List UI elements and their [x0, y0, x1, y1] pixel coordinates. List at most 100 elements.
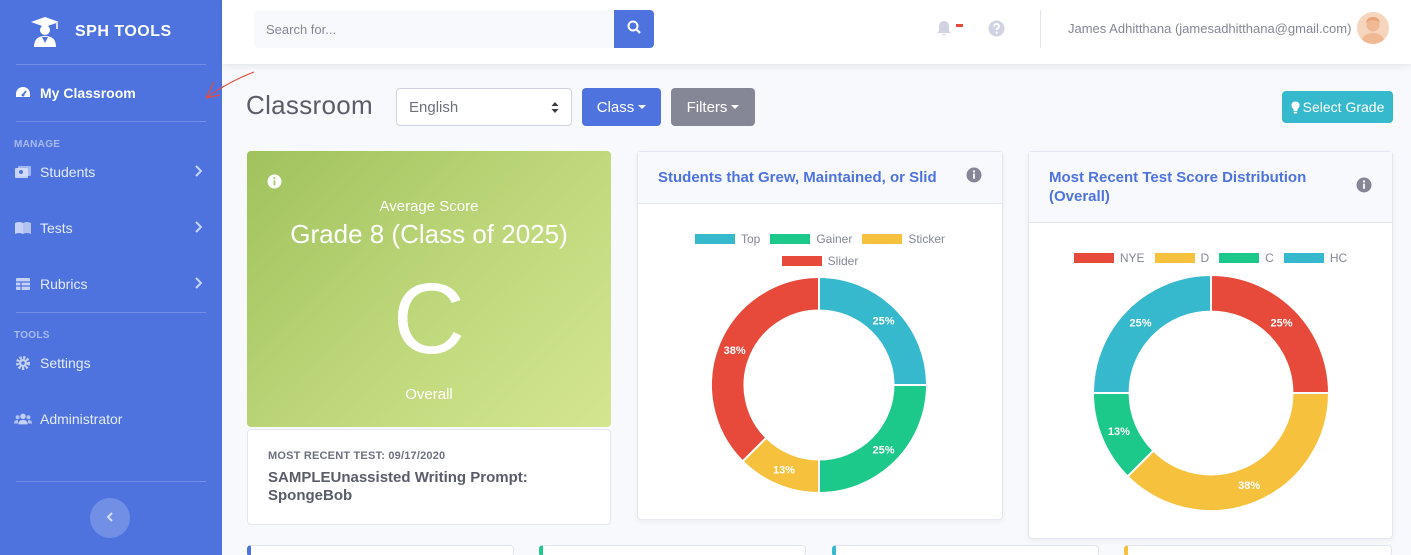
- legend-item[interactable]: Sticker: [862, 228, 945, 250]
- grade-label: Grade 8 (Class of 2025): [290, 219, 568, 249]
- card-header: Most Recent Test Score Distribution (Ove…: [1029, 152, 1392, 223]
- caret-down-icon: [731, 105, 740, 109]
- growth-chart-card: Students that Grew, Maintained, or Slid …: [637, 151, 1003, 520]
- select-grade-button[interactable]: Select Grade: [1282, 91, 1393, 123]
- slice-label: 25%: [1270, 317, 1292, 329]
- sidebar-item-label: Rubrics: [40, 276, 88, 292]
- sidebar-item-administrator[interactable]: Administrator: [0, 391, 222, 447]
- sidebar-item-settings[interactable]: Settings: [0, 335, 222, 391]
- table-icon: [14, 275, 32, 293]
- distribution-donut-chart: 25% 38% 13% 25%: [1091, 273, 1331, 512]
- legend-label: NYE: [1119, 251, 1145, 265]
- sidebar-item-label: Administrator: [40, 411, 123, 427]
- legend-label: Slider: [827, 254, 859, 268]
- avatar[interactable]: [1357, 12, 1389, 44]
- page-title: Classroom: [246, 90, 373, 120]
- class-dropdown-button[interactable]: Class: [582, 88, 661, 126]
- donut-slice[interactable]: [710, 275, 820, 463]
- slice-label: 38%: [1238, 480, 1260, 492]
- sidebar-item-label: My Classroom: [40, 85, 136, 101]
- chart-legend: NYE D C HC: [1029, 247, 1392, 269]
- legend-swatch: [862, 234, 903, 244]
- legend-item[interactable]: Top: [694, 228, 760, 250]
- language-select[interactable]: English: [396, 88, 572, 126]
- info-icon[interactable]: [267, 174, 282, 194]
- legend-label: Gainer: [816, 232, 853, 246]
- sidebar-item-students[interactable]: Students: [0, 144, 222, 200]
- legend-swatch: [694, 234, 735, 244]
- sidebar-divider: [16, 481, 206, 482]
- legend-swatch: [1073, 253, 1114, 263]
- slice-label: 25%: [1129, 317, 1151, 329]
- donut-slice[interactable]: [818, 384, 929, 495]
- user-name[interactable]: James Adhitthana (jamesadhitthana@gmail.…: [1068, 21, 1351, 36]
- info-icon[interactable]: [966, 167, 982, 188]
- legend-swatch: [770, 234, 811, 244]
- card-title: Most Recent Test Score Distribution (Ove…: [1049, 169, 1307, 205]
- users-icon: [14, 410, 32, 428]
- donut-slice[interactable]: [818, 275, 929, 386]
- lightbulb-icon: [1291, 101, 1300, 114]
- sidebar: SPH TOOLS My Classroom MANAGE Students T…: [0, 0, 222, 555]
- average-score-card: Average Score Grade 8 (Class of 2025) C …: [247, 151, 611, 427]
- legend-label: HC: [1329, 251, 1348, 265]
- search-icon: [627, 20, 641, 39]
- recent-test-card[interactable]: MOST RECENT TEST: 09/17/2020 SAMPLEUnass…: [247, 429, 611, 525]
- language-select-value: English: [409, 98, 459, 116]
- dashboard-icon: [14, 84, 32, 102]
- score-letter: C: [392, 263, 466, 375]
- class-button-label: Class: [596, 98, 635, 116]
- book-icon: [14, 219, 32, 237]
- distribution-chart-card: Most Recent Test Score Distribution (Ove…: [1028, 151, 1393, 539]
- bottom-card: [247, 545, 514, 555]
- legend-swatch: [781, 256, 822, 266]
- search-button[interactable]: [614, 10, 654, 48]
- legend-item[interactable]: C: [1219, 247, 1274, 269]
- legend-label: D: [1200, 251, 1210, 265]
- select-grade-label: Select Grade: [1302, 99, 1385, 115]
- sidebar-item-tests[interactable]: Tests: [0, 200, 222, 256]
- info-icon[interactable]: [1356, 177, 1372, 198]
- chevron-right-icon: [194, 164, 203, 180]
- notification-badge: [956, 24, 963, 27]
- sidebar-item-my-classroom[interactable]: My Classroom: [0, 65, 222, 121]
- bell-icon[interactable]: [936, 20, 952, 42]
- legend-swatch: [1219, 253, 1260, 263]
- score-scope: Overall: [405, 386, 453, 403]
- sidebar-item-label: Settings: [40, 355, 91, 371]
- legend-item[interactable]: HC: [1283, 247, 1348, 269]
- recent-test-name: SAMPLEUnassisted Writing Prompt: SpongeB…: [268, 469, 528, 504]
- filters-dropdown-button[interactable]: Filters: [671, 88, 755, 126]
- sidebar-item-label: Students: [40, 164, 96, 180]
- graduate-icon: [26, 13, 64, 51]
- growth-donut-chart: 25% 25% 13% 38%: [710, 275, 929, 495]
- chart-legend: Top Gainer Sticker Slider: [638, 228, 1002, 272]
- donut-slice[interactable]: [1126, 392, 1331, 512]
- slice-label: 25%: [873, 445, 895, 457]
- legend-item[interactable]: Gainer: [770, 228, 852, 250]
- brand-name: SPH TOOLS: [75, 23, 172, 40]
- user-card-icon: [14, 163, 32, 181]
- legend-label: Sticker: [908, 232, 946, 246]
- legend-item[interactable]: D: [1154, 247, 1210, 269]
- search-input[interactable]: [254, 10, 614, 48]
- brand[interactable]: SPH TOOLS: [0, 0, 222, 64]
- question-circle-icon[interactable]: [988, 20, 1005, 42]
- bottom-card: [539, 545, 806, 555]
- card-header: Students that Grew, Maintained, or Slid: [638, 152, 1002, 204]
- chevron-left-icon: [106, 509, 114, 527]
- legend-swatch: [1283, 253, 1324, 263]
- filters-button-label: Filters: [686, 98, 728, 116]
- legend-item[interactable]: NYE: [1073, 247, 1145, 269]
- bottom-card: [1124, 545, 1392, 555]
- search-group: [254, 10, 654, 48]
- donut-slice[interactable]: [1091, 273, 1212, 394]
- sidebar-item-rubrics[interactable]: Rubrics: [0, 256, 222, 312]
- sidebar-item-label: Tests: [40, 220, 73, 236]
- donut-slice[interactable]: [1210, 273, 1331, 394]
- legend-item[interactable]: Slider: [781, 250, 859, 272]
- chevron-right-icon: [194, 276, 203, 292]
- sidebar-toggle-button[interactable]: [90, 498, 130, 538]
- slice-label: 38%: [724, 345, 746, 357]
- recent-test-label: MOST RECENT TEST: 09/17/2020: [268, 450, 446, 462]
